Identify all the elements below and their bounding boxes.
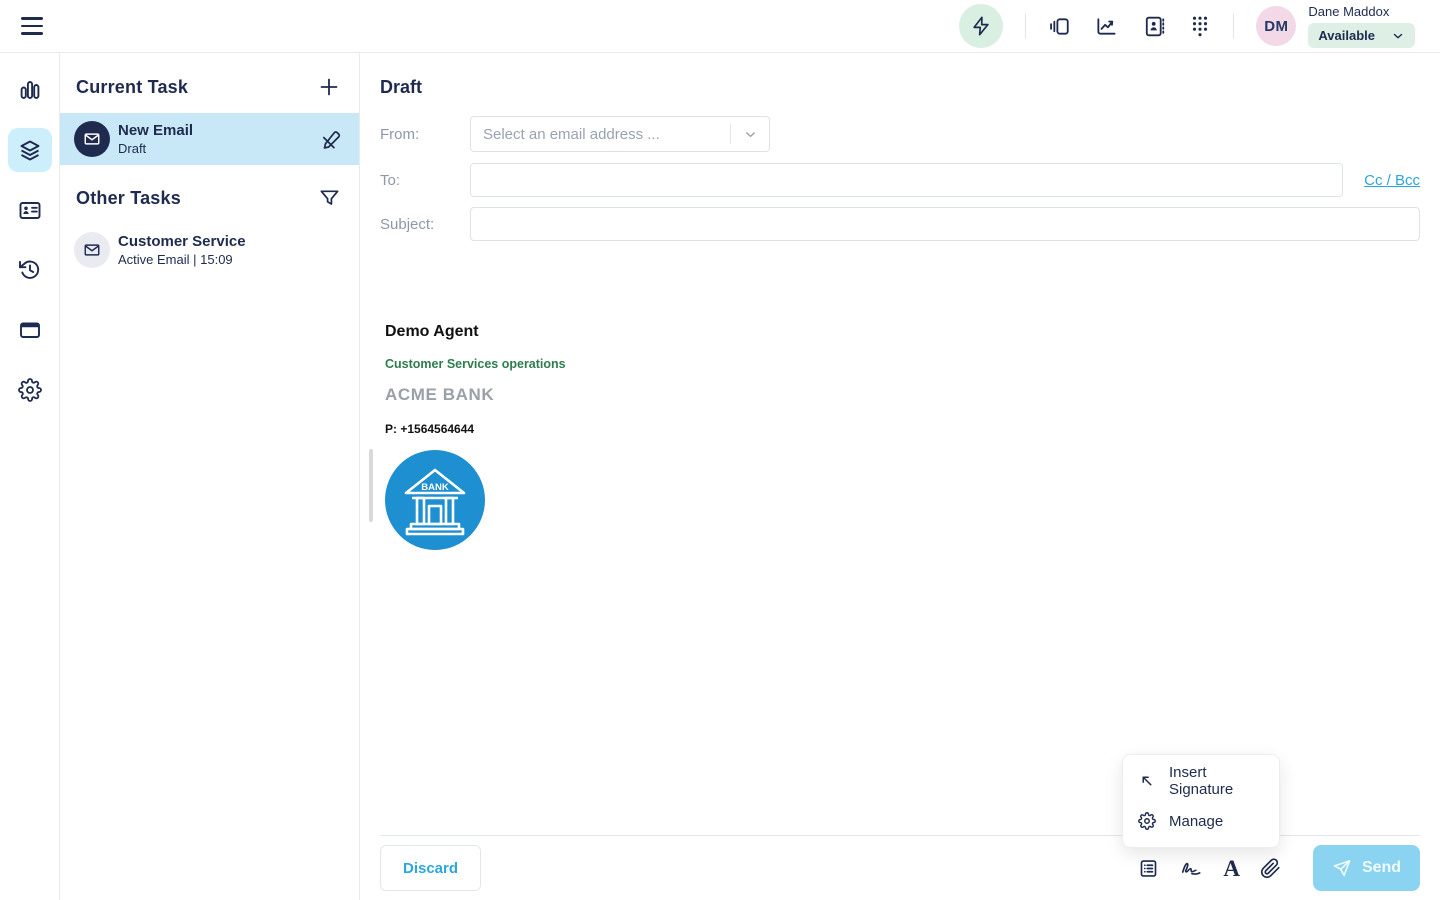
from-select[interactable]: Select an email address ... [470,116,770,152]
font-button[interactable]: A [1223,857,1240,880]
hamburger-menu-icon[interactable] [19,16,45,36]
tasks-panel: Current Task New Email Draft [60,53,360,900]
task-subtitle: Draft [118,141,320,156]
user-name: Dane Maddox [1308,4,1415,19]
side-panel-icon [1048,15,1071,38]
contact-book-icon [1142,15,1165,38]
to-label: To: [380,172,470,189]
insert-signature-item[interactable]: Insert Signature [1123,761,1279,801]
signature-role: Customer Services operations [385,357,1420,371]
bank-logo-text: BANK [421,482,449,493]
gear-icon [1138,812,1156,830]
user-avatar[interactable]: DM [1256,6,1296,46]
edit-draft-icon[interactable] [320,128,343,151]
signature-company: ACME BANK [385,385,1420,405]
divider [1233,13,1234,39]
subject-input[interactable] [470,207,1420,241]
dialpad-icon [1189,14,1211,38]
scrollbar-thumb[interactable] [369,449,373,522]
email-editor: Draft From: Select an email address ... … [360,53,1440,900]
signature-button[interactable] [1179,857,1203,879]
task-avatar [74,121,110,157]
nav-settings[interactable] [8,368,52,412]
bar-chart-icon [18,78,42,102]
from-select-placeholder: Select an email address ... [471,126,730,143]
line-chart-icon [1095,15,1118,38]
font-icon: A [1223,857,1240,880]
other-tasks-header: Other Tasks [60,187,359,210]
insert-signature-label: Insert Signature [1169,764,1264,798]
task-subtitle: Active Email | 15:09 [118,252,343,267]
top-icon-group [1048,14,1211,38]
nav-history[interactable] [8,248,52,292]
user-info: Dane Maddox Available [1308,4,1415,48]
layers-icon [18,138,42,162]
task-item-new-email[interactable]: New Email Draft [60,113,359,165]
analytics-button[interactable] [1095,15,1118,38]
nav-browser[interactable] [8,308,52,352]
dialpad-button[interactable] [1189,14,1211,38]
add-task-button[interactable] [317,75,341,99]
envelope-icon [83,241,101,259]
task-texts: New Email Draft [118,122,320,156]
manage-label: Manage [1169,813,1223,830]
footer-actions: A Send [1138,845,1420,891]
chevron-down-icon[interactable] [731,127,769,142]
flash-icon [970,15,992,37]
subject-label: Subject: [380,216,470,233]
from-label: From: [380,126,470,143]
task-title: Customer Service [118,233,343,250]
nav-tasks[interactable] [8,128,52,172]
editor-title: Draft [380,53,1420,98]
arrow-up-left-icon [1138,772,1156,790]
manage-signatures-item[interactable]: Manage [1123,801,1279,841]
task-title: New Email [118,122,320,139]
contacts-button[interactable] [1142,15,1165,38]
signature-phone: P: +1564564644 [385,422,1420,436]
nav-dashboard[interactable] [8,68,52,112]
nav-contacts[interactable] [8,188,52,232]
send-button[interactable]: Send [1313,845,1420,891]
status-label: Available [1318,28,1375,43]
filter-icon[interactable] [318,187,341,210]
content-area: Current Task New Email Draft [0,53,1440,900]
top-bar-actions: DM Dane Maddox Available [959,4,1415,48]
current-task-title: Current Task [76,77,188,98]
quick-actions-button[interactable] [959,4,1003,48]
top-bar: DM Dane Maddox Available [0,0,1440,53]
panels-button[interactable] [1048,15,1071,38]
send-label: Send [1362,859,1401,877]
attach-button[interactable] [1260,858,1281,879]
status-dropdown[interactable]: Available [1308,23,1415,48]
history-icon [18,258,42,282]
divider [1025,13,1026,39]
contact-card-icon [18,198,42,222]
cc-bcc-link[interactable]: Cc / Bcc [1364,172,1420,189]
gear-icon [18,378,42,402]
message-body[interactable]: Demo Agent Customer Services operations … [380,323,1420,550]
template-button[interactable] [1138,858,1159,879]
envelope-icon [83,130,101,148]
browser-window-icon [18,318,42,342]
subject-row: Subject: [380,207,1420,241]
signature-menu: Insert Signature Manage [1122,754,1280,848]
left-nav-rail [0,53,60,900]
task-item-customer-service[interactable]: Customer Service Active Email | 15:09 [60,224,359,276]
signature-name: Demo Agent [385,323,1420,341]
discard-button[interactable]: Discard [380,845,481,891]
task-avatar [74,232,110,268]
chevron-down-icon [1391,29,1405,43]
to-input[interactable] [470,163,1343,197]
app-window: DM Dane Maddox Available [0,0,1440,900]
bank-logo: BANK [385,450,485,550]
to-row: To: Cc / Bcc [380,163,1420,197]
paper-plane-icon [1332,858,1352,878]
task-texts: Customer Service Active Email | 15:09 [118,233,343,267]
other-tasks-title: Other Tasks [76,188,181,209]
current-task-header: Current Task [60,75,359,99]
from-row: From: Select an email address ... [380,116,1420,152]
